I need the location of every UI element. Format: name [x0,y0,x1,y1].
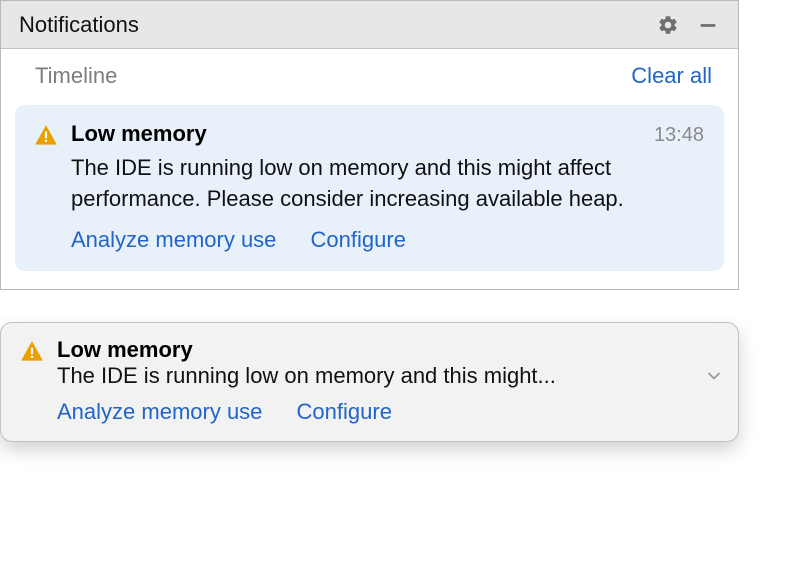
notification-toast[interactable]: Low memory The IDE is running low on mem… [0,322,739,442]
notification-title: Low memory [71,121,644,147]
clear-all-link[interactable]: Clear all [631,63,712,89]
panel-title: Notifications [19,12,644,38]
expand-button[interactable] [704,366,724,386]
panel-header: Notifications [1,1,738,49]
analyze-memory-link[interactable]: Analyze memory use [71,227,276,252]
configure-link[interactable]: Configure [297,399,392,424]
warning-icon [33,123,59,253]
analyze-memory-link[interactable]: Analyze memory use [57,399,262,424]
settings-button[interactable] [652,9,684,41]
notification-time: 13:48 [654,124,704,147]
toast-body: The IDE is running low on memory and thi… [57,363,700,389]
notification-actions: Analyze memory use Configure [71,227,704,253]
toast-title: Low memory [57,337,724,363]
chevron-down-icon [704,366,724,386]
panel-toolbar: Timeline Clear all [1,49,738,99]
gear-icon [657,14,679,36]
notification-card[interactable]: Low memory 13:48 The IDE is running low … [15,105,724,271]
notifications-panel: Notifications Timeline Clear all [0,0,739,290]
minimize-button[interactable] [692,9,724,41]
toast-actions: Analyze memory use Configure [57,399,724,425]
warning-icon [19,339,45,425]
configure-link[interactable]: Configure [311,227,406,252]
timeline-label: Timeline [35,63,631,89]
minimize-icon [697,14,719,36]
notification-body: The IDE is running low on memory and thi… [71,153,704,215]
